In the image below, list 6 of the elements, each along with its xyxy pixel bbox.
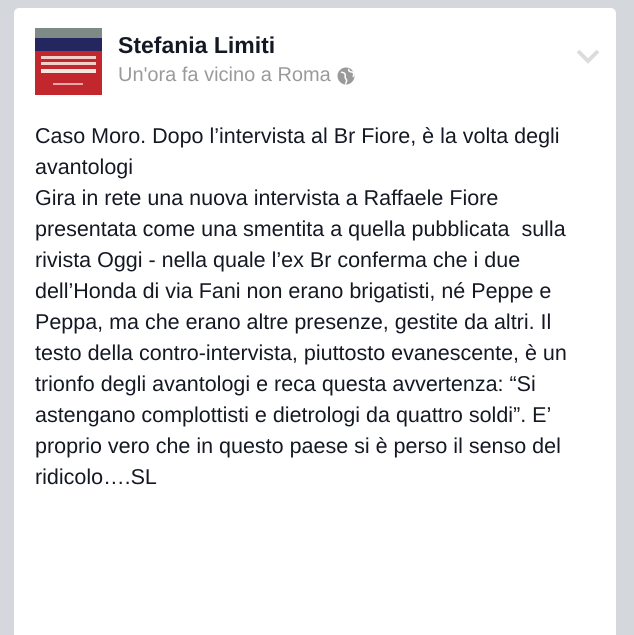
post-text: Caso Moro. Dopo l’intervista al Br Fiore, è la volta degli avantologi [35,123,561,181]
post-text: Gira in rete una nuova intervista a Raffaele Fiore presentata come una smentita a quella pubblicata sulla rivista Oggi - nella quale l’ex Br conferma che i due dell’Honda di via Fani non erano brigatisti, né Peppe e Peppa, ma che erano altre presenze, gestite da altri. Il testo della contro-intervista, piuttosto evanescente, è un trionfo degli avantologi e reca questa avvertenza: “Si astengano complottisti e dietrologi da quattro soldi”. E’ proprio vero che in questo paese si è perso il senso del ridicolo….SL [35,185,568,491]
post-time-location: Un'ora fa vicino a Roma [118,64,331,87]
chevron-down-icon[interactable] [576,48,600,64]
author-name[interactable]: Stefania Limiti [118,32,560,59]
globe-icon [336,66,355,84]
